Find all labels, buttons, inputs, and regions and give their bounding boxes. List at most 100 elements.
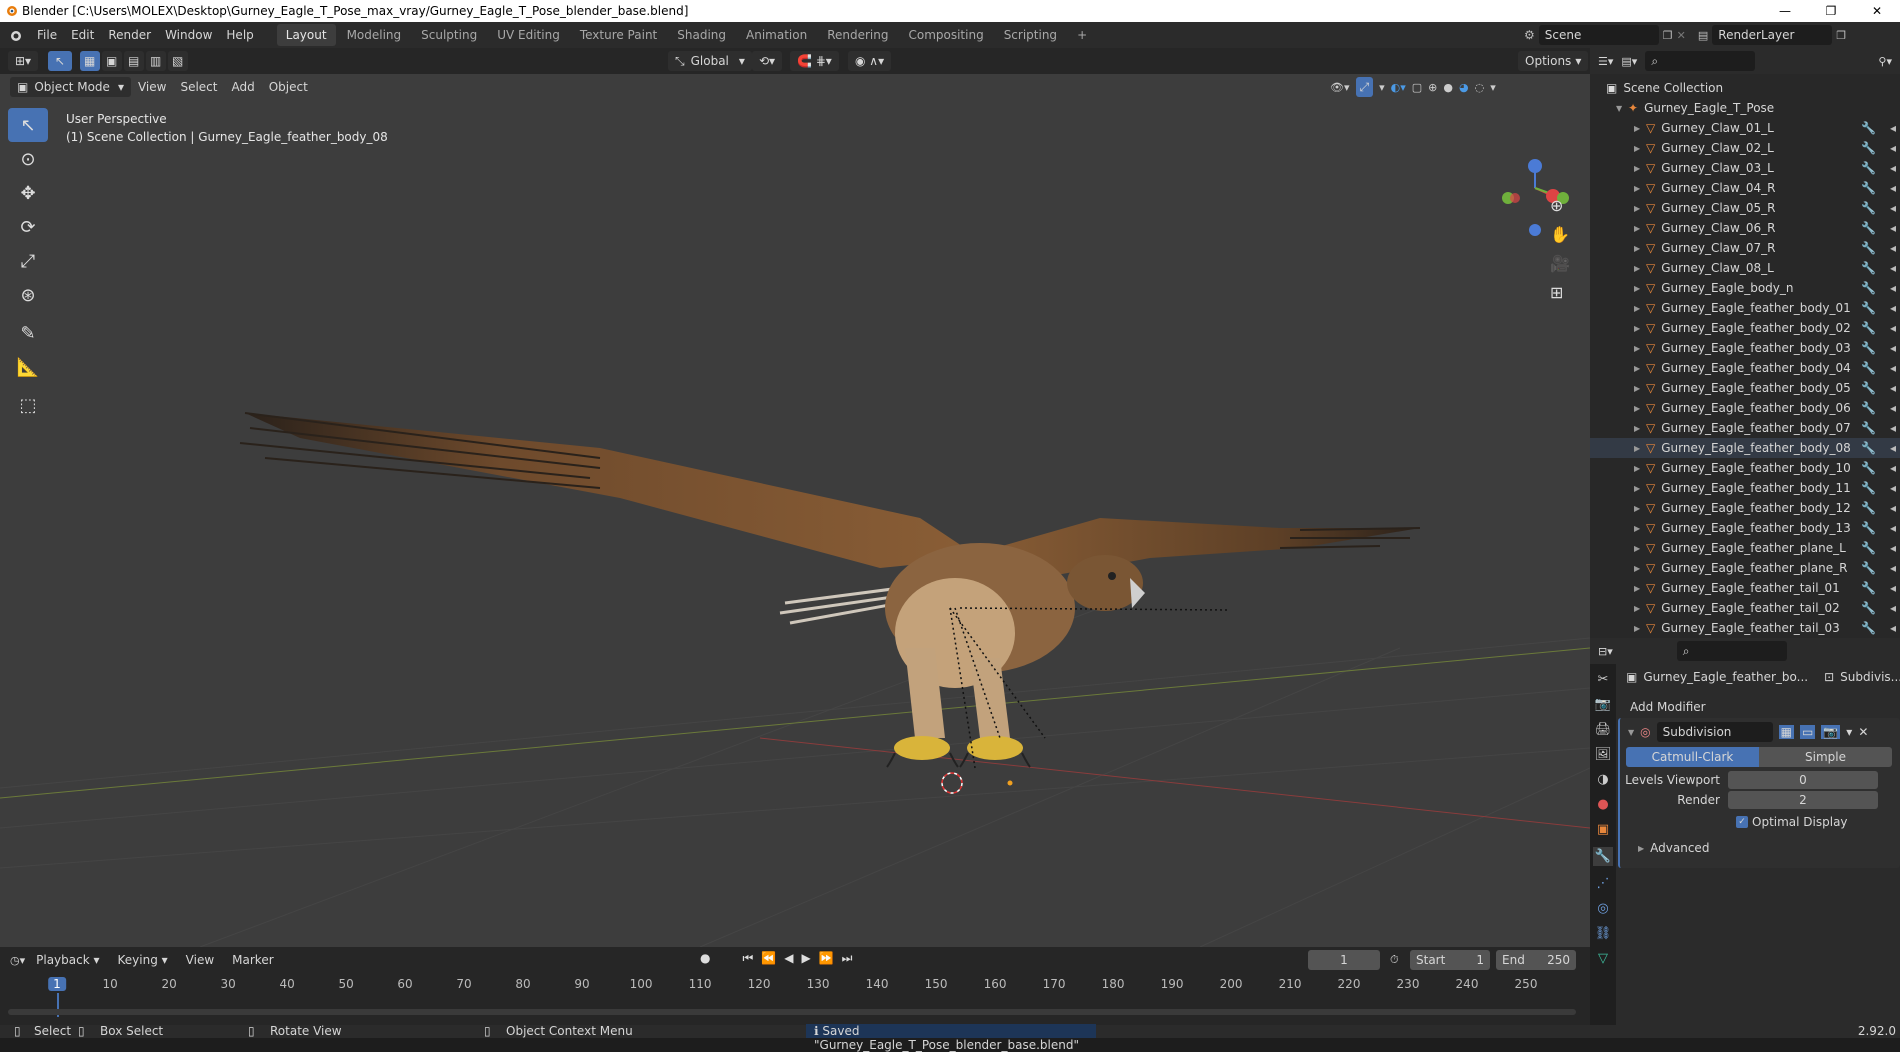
display-mode-icon[interactable]: ▤▾ — [1621, 55, 1637, 68]
collapse-icon[interactable]: ▼ — [1628, 728, 1634, 737]
render-tab-icon[interactable]: 📷 — [1595, 697, 1611, 712]
data-tab-icon[interactable]: ▽ — [1598, 951, 1608, 966]
snap-icon[interactable]: 🧲 ⋕▾ — [790, 51, 839, 71]
visibility-icon[interactable]: ◂ — [1890, 481, 1896, 495]
jump-keyframe-forward-icon[interactable]: ⏩ — [819, 951, 834, 966]
expand-right-icon[interactable]: ▶ — [1634, 264, 1646, 273]
expand-right-icon[interactable]: ▶ — [1634, 364, 1646, 373]
tab-scripting[interactable]: Scripting — [995, 24, 1066, 46]
mesh-object-icon[interactable]: ▽ — [1646, 261, 1655, 275]
transform-orientation-dropdown[interactable]: ⤡ Global ▾ — [668, 51, 752, 71]
outliner-object-row[interactable]: ▶ ▽ Gurney_Claw_04_R 🔧 ◂ — [1590, 178, 1900, 198]
outliner-object-row[interactable]: ▶ ▽ Gurney_Eagle_feather_body_02 🔧 ◂ — [1590, 318, 1900, 338]
render-layer-icon[interactable]: ▤ — [1698, 29, 1708, 42]
tab-uv-editing[interactable]: UV Editing — [488, 24, 569, 46]
visibility-icon[interactable]: ◂ — [1890, 321, 1896, 335]
expand-right-icon[interactable]: ▶ — [1634, 464, 1646, 473]
expand-right-icon[interactable]: ▶ — [1634, 544, 1646, 553]
select-invert-icon[interactable]: ▥ — [146, 51, 166, 71]
play-reverse-icon[interactable]: ◀ — [784, 951, 793, 966]
properties-editor-icon[interactable]: ⊟▾ — [1598, 645, 1613, 658]
menu-object[interactable]: Object — [262, 77, 315, 97]
jump-start-icon[interactable]: ⏮ — [742, 951, 753, 966]
current-frame-field[interactable]: 1 — [1308, 950, 1380, 970]
expand-right-icon[interactable]: ▶ — [1634, 324, 1646, 333]
modifier-icon[interactable]: 🔧 — [1861, 481, 1876, 495]
visibility-icon[interactable]: ◂ — [1890, 561, 1896, 575]
tab-texture-paint[interactable]: Texture Paint — [571, 24, 666, 46]
select-mode-icon[interactable]: ↖ — [48, 51, 72, 71]
record-icon[interactable]: ● — [700, 951, 710, 966]
timeline-editor-icon[interactable]: ◷▾ — [10, 954, 25, 967]
collection-row[interactable]: ▼ ✦ Gurney_Eagle_T_Pose — [1590, 98, 1900, 118]
modifier-icon[interactable]: 🔧 — [1861, 461, 1876, 475]
modifier-icon[interactable]: 🔧 — [1861, 441, 1876, 455]
expand-right-icon[interactable]: ▶ — [1634, 564, 1646, 573]
expand-right-icon[interactable]: ▶ — [1634, 304, 1646, 313]
modifier-icon[interactable]: 🔧 — [1861, 261, 1876, 275]
modifier-icon[interactable]: 🔧 — [1861, 221, 1876, 235]
particles-tab-icon[interactable]: ⋰ — [1597, 876, 1610, 891]
visibility-icon[interactable]: ◂ — [1890, 441, 1896, 455]
visibility-icon[interactable]: ◂ — [1890, 341, 1896, 355]
modifier-icon[interactable]: 🔧 — [1861, 161, 1876, 175]
outliner-object-row[interactable]: ▶ ▽ Gurney_Claw_02_L 🔧 ◂ — [1590, 138, 1900, 158]
mesh-object-icon[interactable]: ▽ — [1646, 381, 1655, 395]
tool-tab-icon[interactable]: ✂ — [1598, 672, 1609, 687]
visibility-icon[interactable]: 👁▾ — [1330, 81, 1350, 94]
playhead-frame-label[interactable]: 1 — [48, 977, 66, 991]
modifier-icon[interactable]: 🔧 — [1861, 241, 1876, 255]
modifier-icon[interactable]: 🔧 — [1861, 141, 1876, 155]
visibility-icon[interactable]: ◂ — [1890, 201, 1896, 215]
expand-right-icon[interactable]: ▶ — [1638, 844, 1644, 853]
add-modifier-button[interactable]: Add Modifier — [1630, 700, 1706, 714]
material-shading-icon[interactable]: ◕ — [1459, 81, 1469, 94]
jump-end-icon[interactable]: ⏭ — [842, 951, 853, 966]
proportional-edit-icon[interactable]: ◉ ∧▾ — [848, 51, 892, 71]
select-box-tool-icon[interactable]: ↖ — [8, 108, 48, 142]
outliner-object-row[interactable]: ▶ ▽ Gurney_Claw_03_L 🔧 ◂ — [1590, 158, 1900, 178]
mesh-object-icon[interactable]: ▽ — [1646, 461, 1655, 475]
mesh-object-icon[interactable]: ▽ — [1646, 481, 1655, 495]
visibility-icon[interactable]: ◂ — [1890, 301, 1896, 315]
expand-right-icon[interactable]: ▶ — [1634, 344, 1646, 353]
modifier-icon[interactable]: 🔧 — [1861, 521, 1876, 535]
visibility-icon[interactable]: ◂ — [1890, 141, 1896, 155]
outliner-object-row[interactable]: ▶ ▽ Gurney_Eagle_feather_tail_02 🔧 ◂ — [1590, 598, 1900, 618]
scale-tool-icon[interactable]: ⤢ — [8, 244, 48, 278]
mesh-object-icon[interactable]: ▽ — [1646, 561, 1655, 575]
modifier-icon[interactable]: 🔧 — [1861, 281, 1876, 295]
play-icon[interactable]: ▶ — [801, 951, 810, 966]
mesh-object-icon[interactable]: ▽ — [1646, 141, 1655, 155]
modifier-icon[interactable]: 🔧 — [1861, 421, 1876, 435]
mesh-object-icon[interactable]: ▽ — [1646, 601, 1655, 615]
render-layer-selector[interactable]: RenderLayer — [1712, 25, 1833, 45]
world-tab-icon[interactable]: ● — [1597, 797, 1608, 812]
select-subtract-icon[interactable]: ▤ — [124, 51, 144, 71]
transform-tool-icon[interactable]: ⊛ — [8, 278, 48, 312]
expand-right-icon[interactable]: ▶ — [1634, 124, 1646, 133]
modifier-icon[interactable]: 🔧 — [1861, 601, 1876, 615]
mesh-object-icon[interactable]: ▽ — [1646, 521, 1655, 535]
view-layer-tab-icon[interactable]: 🖼 — [1595, 747, 1612, 762]
menu-keying[interactable]: Keying ▾ — [111, 950, 175, 970]
mesh-object-icon[interactable]: ▽ — [1646, 501, 1655, 515]
mesh-object-icon[interactable]: ▽ — [1646, 361, 1655, 375]
outliner-object-row[interactable]: ▶ ▽ Gurney_Claw_06_R 🔧 ◂ — [1590, 218, 1900, 238]
visibility-icon[interactable]: ◂ — [1890, 121, 1896, 135]
visibility-icon[interactable]: ◂ — [1890, 521, 1896, 535]
visibility-icon[interactable]: ◂ — [1890, 281, 1896, 295]
modifier-icon[interactable]: 🔧 — [1861, 181, 1876, 195]
maximize-button[interactable]: ❐ — [1808, 0, 1854, 22]
edit-mode-toggle-icon[interactable]: ▦ — [1778, 725, 1794, 739]
constraints-tab-icon[interactable]: ⛓ — [1595, 926, 1612, 941]
visibility-icon[interactable]: ◂ — [1890, 181, 1896, 195]
outliner-object-row[interactable]: ▶ ▽ Gurney_Eagle_feather_plane_L 🔧 ◂ — [1590, 538, 1900, 558]
mesh-object-icon[interactable]: ▽ — [1646, 121, 1655, 135]
3d-viewport[interactable]: ⊞▾ ↖ ▦ ▣ ▤ ▥ ▧ ⤡ Global ▾ ⟲▾ 🧲 ⋕▾ ◉ ∧▾ Opt… — [0, 48, 1590, 947]
modifier-icon[interactable]: 🔧 — [1861, 341, 1876, 355]
timeline-ruler[interactable]: 1 10 20 30 40 50 60 70 80 90 100 110 120 130 140 150 160… — [0, 977, 1590, 1017]
visibility-icon[interactable]: ◂ — [1890, 541, 1896, 555]
menu-window[interactable]: Window — [158, 22, 219, 48]
mesh-object-icon[interactable]: ▽ — [1646, 181, 1655, 195]
